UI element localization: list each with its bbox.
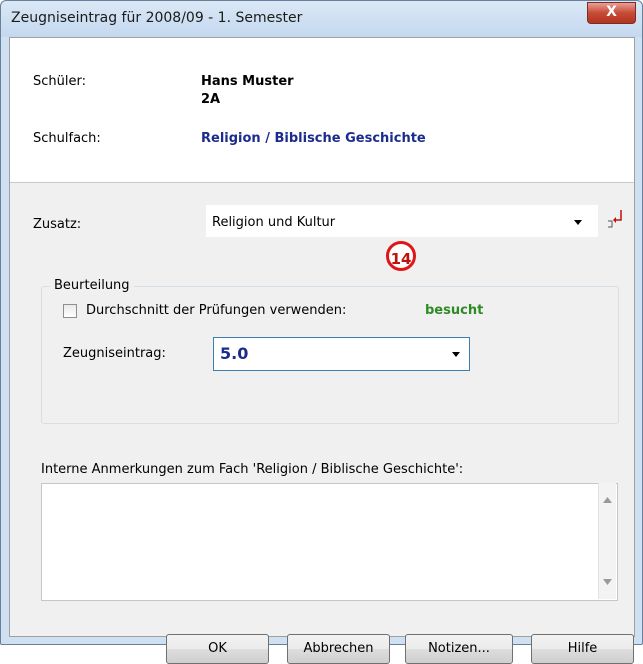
notes-button[interactable]: Notizen... [405,634,513,664]
report-entry-dropdown[interactable]: 5.0 [213,337,470,371]
notes-textarea[interactable] [41,483,618,601]
chevron-down-icon [452,352,460,357]
assessment-group: Beurteilung Durchschnitt der Prüfungen v… [41,278,619,424]
student-name: Hans Muster [201,74,294,89]
cancel-button[interactable]: Abbrechen [287,634,390,664]
title-bar: Zeugniseintrag für 2008/09 - 1. Semester… [1,1,642,37]
annotation-marker: 14 [386,241,416,271]
chevron-down-icon [574,220,582,225]
student-label: Schüler: [33,74,86,89]
help-button[interactable]: Hilfe [531,634,634,664]
attendance-status: besucht [425,303,484,318]
student-class: 2A [201,92,221,107]
addition-value: Religion und Kultur [212,215,336,230]
ok-button[interactable]: OK [166,634,269,664]
window-title: Zeugniseintrag für 2008/09 - 1. Semester [11,10,303,26]
scroll-down-icon[interactable] [603,579,612,585]
notes-label: Interne Anmerkungen zum Fach 'Religion /… [41,462,464,477]
subject-label: Schulfach: [33,131,101,146]
use-average-checkbox[interactable] [63,304,77,318]
scroll-up-icon[interactable] [603,497,612,503]
report-entry-value: 5.0 [220,344,249,363]
close-button[interactable]: X [587,2,636,24]
assessment-group-title: Beurteilung [50,278,134,293]
insert-return-icon[interactable] [606,207,624,231]
addition-label: Zusatz: [33,217,82,232]
addition-dropdown[interactable]: Religion und Kultur [206,205,598,237]
subject-value: Religion / Biblische Geschichte [201,131,426,146]
notes-scrollbar[interactable] [598,483,616,599]
dialog-window: Zeugniseintrag für 2008/09 - 1. Semester… [0,0,643,664]
use-average-label: Durchschnitt der Prüfungen verwenden: [86,303,347,318]
report-entry-label: Zeugniseintrag: [63,346,166,361]
student-info-panel: Schüler: Hans Muster 2A Schulfach: Relig… [10,38,634,183]
dialog-content: Schüler: Hans Muster 2A Schulfach: Relig… [9,37,635,664]
